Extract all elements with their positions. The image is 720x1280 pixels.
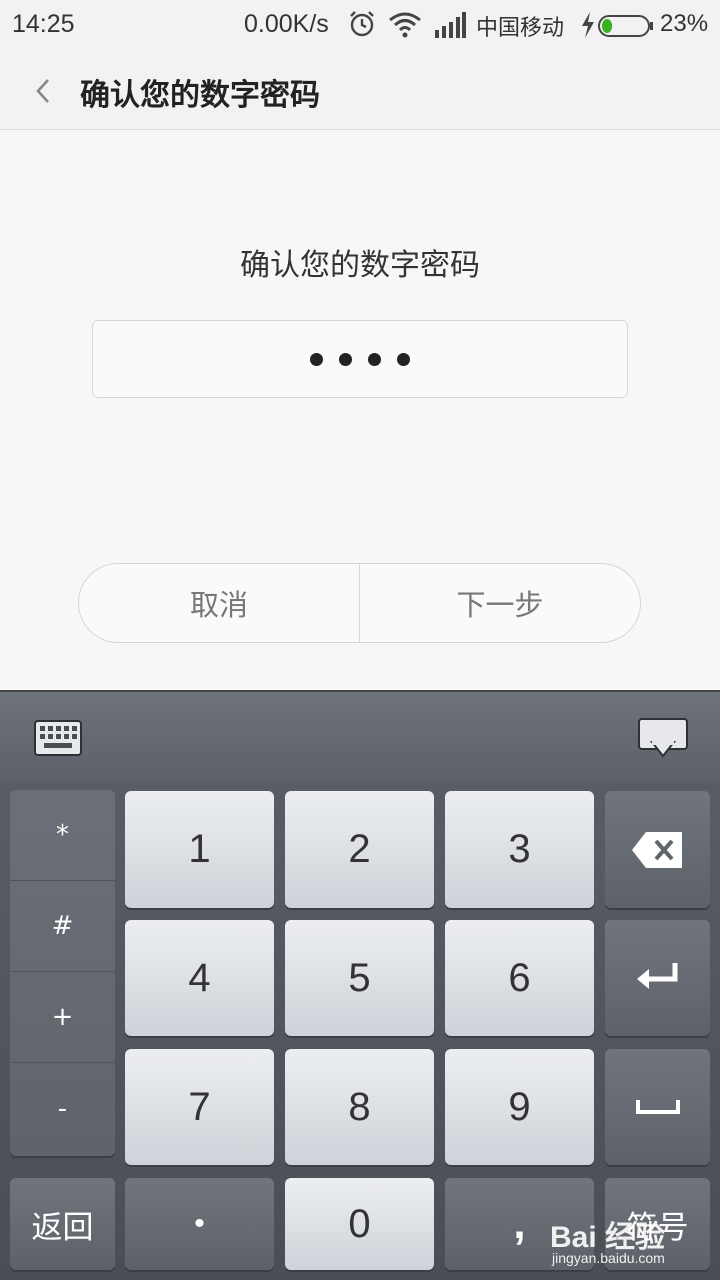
pin-dot <box>339 352 352 366</box>
symbol-key-minus[interactable]: - <box>10 1063 115 1154</box>
dot-key[interactable]: • <box>125 1178 274 1270</box>
key-1[interactable]: 1 <box>125 791 274 908</box>
back-arrow-icon[interactable] <box>26 72 62 110</box>
signal-icon <box>435 12 466 38</box>
battery-icon <box>598 15 653 37</box>
page-title: 确认您的数字密码 <box>80 78 320 113</box>
return-key[interactable]: 返回 <box>10 1178 115 1270</box>
backspace-key[interactable] <box>605 791 710 908</box>
hide-keyboard-icon[interactable] <box>638 718 688 758</box>
status-bar: 14:25 0.00K/s 中国移动 23% <box>0 0 720 52</box>
wifi-icon <box>389 12 421 38</box>
key-5[interactable]: 5 <box>285 920 434 1036</box>
network-speed: 0.00K/s <box>244 10 329 38</box>
watermark-url: jingyan.baidu.com <box>552 1250 665 1266</box>
pin-input[interactable] <box>92 320 628 398</box>
title-bar: 确认您的数字密码 <box>0 52 720 130</box>
pin-dot <box>397 352 410 366</box>
key-7[interactable]: 7 <box>125 1049 274 1165</box>
baidu-watermark: Bai 经验 jingyan.baidu.com <box>550 1212 710 1272</box>
key-4[interactable]: 4 <box>125 920 274 1036</box>
carrier-name: 中国移动 <box>476 16 565 41</box>
pin-dot <box>368 352 381 366</box>
key-0[interactable]: 0 <box>285 1178 434 1270</box>
keyboard-toolbar <box>0 690 720 782</box>
enter-icon <box>636 963 677 989</box>
symbol-key-plus[interactable]: + <box>10 972 115 1063</box>
pin-dot <box>310 352 323 366</box>
alarm-icon <box>350 11 374 37</box>
space-icon <box>635 1100 680 1114</box>
key-2[interactable]: 2 <box>285 791 434 908</box>
key-6[interactable]: 6 <box>445 920 594 1036</box>
charging-icon <box>582 12 594 38</box>
pin-dots <box>93 321 627 397</box>
numeric-keyboard: * # + - 1 2 3 4 5 6 7 8 9 返回 • 0 , 符号 <box>0 690 720 1280</box>
enter-key[interactable] <box>605 920 710 1036</box>
key-8[interactable]: 8 <box>285 1049 434 1165</box>
space-key[interactable] <box>605 1049 710 1165</box>
keyboard-switch-icon[interactable] <box>34 720 82 756</box>
action-buttons: 取消 下一步 <box>78 563 641 643</box>
status-time: 14:25 <box>12 10 75 38</box>
battery-percent: 23% <box>660 10 709 37</box>
symbol-key-hash[interactable]: # <box>10 881 115 972</box>
key-3[interactable]: 3 <box>445 791 594 908</box>
pin-prompt: 确认您的数字密码 <box>240 248 480 283</box>
symbol-key-asterisk[interactable]: * <box>10 790 115 881</box>
key-9[interactable]: 9 <box>445 1049 594 1165</box>
next-button[interactable]: 下一步 <box>359 564 640 642</box>
cancel-button[interactable]: 取消 <box>79 564 359 642</box>
backspace-icon <box>631 831 682 868</box>
symbol-column: * # + - <box>10 790 115 1156</box>
